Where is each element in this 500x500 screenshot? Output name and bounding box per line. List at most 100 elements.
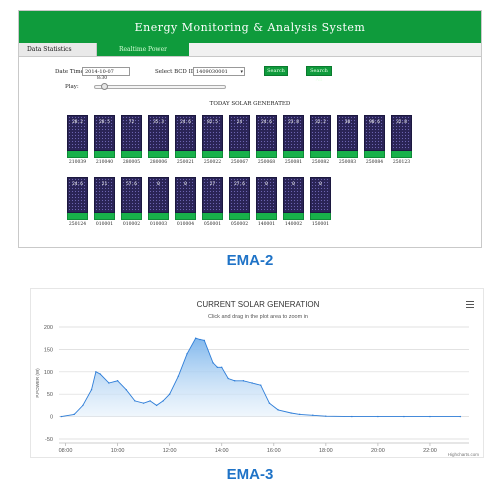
solar-tile[interactable]: 28.2 210039 bbox=[67, 115, 88, 165]
tile-id: 250084 bbox=[365, 160, 384, 165]
tile-value: 32.2 bbox=[315, 120, 326, 125]
solar-tile[interactable]: 28.5 210040 bbox=[94, 115, 115, 165]
solar-tile[interactable]: 35.3 280006 bbox=[148, 115, 169, 165]
solar-tile[interactable]: 32.2 250082 bbox=[310, 115, 331, 165]
data-point bbox=[268, 402, 271, 404]
solar-panel-graphic: 24.6 bbox=[175, 115, 196, 151]
tile-status-bar bbox=[229, 151, 250, 158]
solar-panel-graphic: 24 bbox=[229, 115, 250, 151]
bcd-select-value: 1409030001 bbox=[196, 69, 228, 75]
solar-panel-graphic: 32.2 bbox=[310, 115, 331, 151]
solar-tile[interactable]: 57.6 010002 bbox=[121, 177, 142, 227]
tile-status-bar bbox=[202, 213, 223, 220]
tile-status-bar bbox=[337, 151, 358, 158]
data-point bbox=[125, 389, 127, 391]
control-bar: Date Time: 2014-10-07 Select BCD ID: 140… bbox=[19, 57, 481, 93]
data-point bbox=[351, 415, 353, 418]
x-tick-label: 20:00 bbox=[371, 448, 385, 454]
data-point bbox=[251, 382, 253, 384]
tab-realtime-power[interactable]: Realtime Power bbox=[97, 43, 189, 56]
solar-generation-chart[interactable]: CURRENT SOLAR GENERATION Click and drag i… bbox=[31, 289, 485, 459]
solar-panel-graphic: 30 bbox=[337, 115, 358, 151]
solar-panel-graphic: 0 bbox=[175, 177, 196, 213]
solar-tile[interactable]: 32.8 250123 bbox=[391, 115, 412, 165]
play-slider-track[interactable] bbox=[94, 85, 226, 89]
data-point bbox=[90, 389, 93, 391]
search-button[interactable]: Search bbox=[264, 66, 288, 76]
solar-tile[interactable]: 30 250083 bbox=[337, 115, 358, 165]
solar-tile[interactable]: 0 140001 bbox=[256, 177, 277, 227]
solar-tile[interactable]: 24.6 250021 bbox=[175, 115, 196, 165]
caption-ema2: EMA-2 bbox=[226, 252, 274, 269]
search-all-button[interactable]: Search All bbox=[306, 66, 332, 83]
tile-value: 30 bbox=[344, 120, 351, 125]
tile-id: 280006 bbox=[149, 160, 168, 165]
data-point bbox=[227, 377, 229, 380]
data-point bbox=[234, 380, 236, 382]
tab-bar: Data Statistics Realtime Power bbox=[19, 43, 481, 57]
tile-id: 010003 bbox=[149, 222, 168, 227]
solar-tile[interactable]: 24.6 250124 bbox=[67, 177, 88, 227]
solar-tile[interactable]: 21 010001 bbox=[94, 177, 115, 227]
solar-tile[interactable]: 24.6 250068 bbox=[256, 115, 277, 165]
ema3-chart-panel: CURRENT SOLAR GENERATION Click and drag i… bbox=[30, 288, 484, 458]
bcd-select[interactable]: 1409030001 ▾ bbox=[193, 67, 245, 76]
solar-panel-graphic: 57.6 bbox=[121, 177, 142, 213]
x-tick-label: 18:00 bbox=[319, 448, 333, 454]
solar-tile[interactable]: 82.5 250022 bbox=[202, 115, 223, 165]
tile-value: 24 bbox=[236, 120, 243, 125]
solar-tile[interactable]: 23.8 250081 bbox=[283, 115, 304, 165]
solar-tile[interactable]: 27 050001 bbox=[202, 177, 223, 227]
y-axis-label: P.POWER (W) bbox=[35, 368, 40, 398]
hamburger-menu-icon[interactable] bbox=[466, 301, 474, 308]
data-point bbox=[82, 404, 84, 407]
y-tick-label: 150 bbox=[44, 347, 53, 353]
data-point bbox=[155, 404, 158, 407]
solar-tile[interactable]: 72 280005 bbox=[121, 115, 142, 165]
data-point bbox=[177, 375, 180, 377]
data-point bbox=[203, 339, 206, 342]
data-point bbox=[212, 362, 214, 364]
tile-value: 27 bbox=[209, 182, 216, 187]
solar-tile[interactable]: 27.6 050002 bbox=[229, 177, 250, 227]
data-point bbox=[429, 415, 431, 418]
tile-value: 0 bbox=[292, 182, 295, 187]
solar-tile[interactable]: 0 140002 bbox=[283, 177, 304, 227]
tile-id: 250083 bbox=[338, 160, 357, 165]
play-slider-handle[interactable] bbox=[101, 83, 108, 90]
tile-value: 0 bbox=[184, 182, 187, 187]
data-point bbox=[149, 400, 151, 402]
solar-panel-graphic: 28.5 bbox=[94, 115, 115, 151]
solar-tile[interactable]: 24 250067 bbox=[229, 115, 250, 165]
tile-value: 32.8 bbox=[396, 120, 407, 125]
play-time: 8:30 bbox=[97, 76, 108, 81]
solar-tile[interactable]: 0 010003 bbox=[148, 177, 169, 227]
tile-id: 050002 bbox=[230, 222, 249, 227]
tile-value: 82.5 bbox=[207, 120, 218, 125]
tile-id: 010004 bbox=[176, 222, 195, 227]
tile-value: 24.6 bbox=[261, 120, 272, 125]
data-point bbox=[99, 373, 101, 375]
tile-status-bar bbox=[256, 213, 277, 220]
y-tick-label: 50 bbox=[47, 392, 53, 398]
tab-data-statistics[interactable]: Data Statistics bbox=[19, 43, 97, 56]
chevron-down-icon: ▾ bbox=[240, 69, 243, 75]
data-point bbox=[459, 415, 462, 418]
tile-status-bar bbox=[202, 151, 223, 158]
tile-id: 250068 bbox=[257, 160, 276, 165]
tile-status-bar bbox=[391, 151, 412, 158]
tile-value: 0 bbox=[319, 182, 322, 187]
x-tick-label: 14:00 bbox=[215, 448, 229, 454]
tile-value: 57.6 bbox=[126, 182, 137, 187]
solar-tile[interactable]: 90.6 250084 bbox=[364, 115, 385, 165]
data-point bbox=[186, 353, 188, 355]
data-point bbox=[277, 409, 279, 411]
date-input[interactable]: 2014-10-07 bbox=[82, 67, 130, 76]
tile-id: 250067 bbox=[230, 160, 249, 165]
solar-tile[interactable]: 0 150001 bbox=[310, 177, 331, 227]
tile-id: 010002 bbox=[122, 222, 141, 227]
section-title: TODAY SOLAR GENERATED bbox=[209, 101, 291, 107]
data-point bbox=[377, 415, 379, 418]
solar-tile[interactable]: 0 010004 bbox=[175, 177, 196, 227]
tile-status-bar bbox=[310, 213, 331, 220]
